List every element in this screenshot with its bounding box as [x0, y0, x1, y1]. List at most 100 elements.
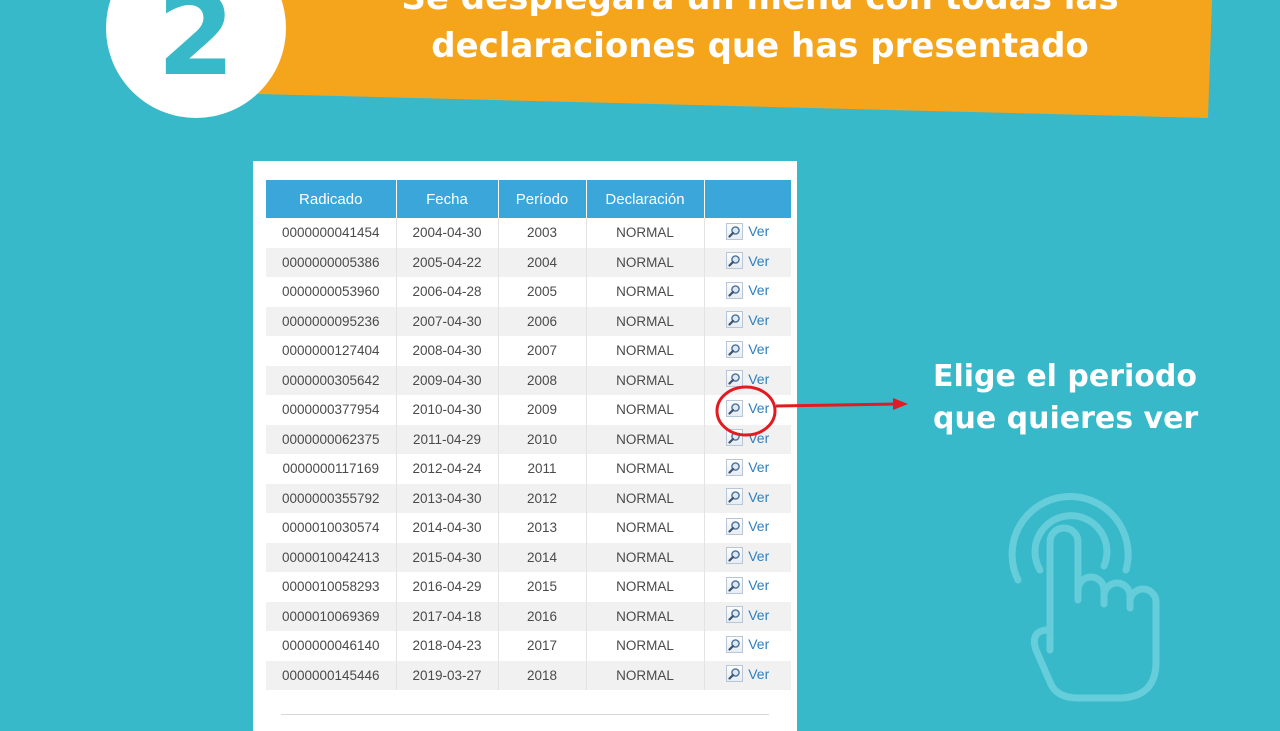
ver-link[interactable]: Ver — [726, 458, 769, 476]
cell-action: Ver — [704, 601, 791, 631]
cell-action: Ver — [704, 513, 791, 543]
ver-link[interactable]: Ver — [726, 665, 769, 683]
cell-declaracion: NORMAL — [586, 395, 705, 425]
cell-action: Ver — [704, 660, 791, 690]
cell-periodo: 2017 — [498, 631, 587, 661]
ver-link-label[interactable]: Ver — [748, 636, 769, 652]
tap-hand-icon — [1008, 493, 1160, 702]
column-header-radicado: Radicado — [266, 180, 397, 218]
ver-link[interactable]: Ver — [726, 606, 769, 624]
cell-declaracion: NORMAL — [586, 631, 705, 661]
cell-fecha: 2012-04-24 — [396, 454, 499, 484]
ver-link[interactable]: Ver — [726, 311, 769, 329]
cell-declaracion: NORMAL — [586, 306, 705, 336]
magnifier-icon[interactable] — [726, 311, 744, 329]
ver-link[interactable]: Ver — [726, 222, 769, 240]
magnifier-icon[interactable] — [726, 606, 744, 624]
cell-declaracion: NORMAL — [586, 483, 705, 513]
cell-fecha: 2008-04-30 — [396, 336, 499, 366]
cell-declaracion: NORMAL — [586, 572, 705, 602]
cell-periodo: 2011 — [498, 454, 587, 484]
cell-declaracion: NORMAL — [586, 247, 705, 277]
ver-link[interactable]: Ver — [726, 576, 769, 594]
ver-link[interactable]: Ver — [726, 635, 769, 653]
ver-link-label[interactable]: Ver — [748, 666, 769, 682]
table-row: 0000010042413 2015-04-30 2014 NORMAL Ver — [266, 542, 791, 572]
ver-link[interactable]: Ver — [726, 281, 769, 299]
cell-periodo: 2003 — [498, 218, 587, 248]
ver-link-label[interactable]: Ver — [748, 282, 769, 298]
callout-line-1: Elige el periodo — [933, 359, 1197, 394]
cell-fecha: 2004-04-30 — [396, 218, 499, 248]
magnifier-icon[interactable] — [726, 517, 744, 535]
cell-fecha: 2009-04-30 — [396, 365, 499, 395]
ver-link[interactable]: Ver — [726, 252, 769, 270]
ver-link-label[interactable]: Ver — [748, 459, 769, 475]
magnifier-icon[interactable] — [726, 635, 744, 653]
ver-link-label[interactable]: Ver — [748, 607, 769, 623]
ver-link-label[interactable]: Ver — [748, 253, 769, 269]
table-row: 0000000041454 2004-04-30 2003 NORMAL Ver — [266, 218, 791, 248]
cell-declaracion: NORMAL — [586, 542, 705, 572]
table-row: 0000000117169 2012-04-24 2011 NORMAL Ver — [266, 454, 791, 484]
cell-declaracion: NORMAL — [586, 513, 705, 543]
magnifier-icon[interactable] — [726, 340, 744, 358]
table-row: 0000000053960 2006-04-28 2005 NORMAL Ver — [266, 277, 791, 307]
table-row: 0000010069369 2017-04-18 2016 NORMAL Ver — [266, 601, 791, 631]
magnifier-icon[interactable] — [726, 665, 744, 683]
cell-action: Ver — [704, 277, 791, 307]
cell-periodo: 2004 — [498, 247, 587, 277]
cell-radicado: 0000000046140 — [266, 631, 397, 661]
cell-fecha: 2006-04-28 — [396, 277, 499, 307]
cell-action: Ver — [704, 572, 791, 602]
cell-action: Ver — [704, 247, 791, 277]
cell-action: Ver — [704, 336, 791, 366]
cell-radicado: 0000000355792 — [266, 483, 397, 513]
cell-action: Ver — [704, 454, 791, 484]
table-row: 0000010058293 2016-04-29 2015 NORMAL Ver — [266, 572, 791, 602]
magnifier-icon[interactable] — [726, 547, 744, 565]
magnifier-icon[interactable] — [726, 488, 744, 506]
magnifier-icon[interactable] — [726, 281, 744, 299]
cell-periodo: 2007 — [498, 336, 587, 366]
cell-periodo: 2010 — [498, 424, 587, 454]
cell-declaracion: NORMAL — [586, 277, 705, 307]
table-row: 0000000005386 2005-04-22 2004 NORMAL Ver — [266, 247, 791, 277]
magnifier-icon[interactable] — [726, 222, 744, 240]
magnifier-icon[interactable] — [726, 576, 744, 594]
cell-periodo: 2016 — [498, 601, 587, 631]
ver-link-label[interactable]: Ver — [748, 223, 769, 239]
cell-radicado: 0000000117169 — [266, 454, 397, 484]
ver-link-label[interactable]: Ver — [748, 489, 769, 505]
cell-periodo: 2012 — [498, 483, 587, 513]
table-body: 0000000041454 2004-04-30 2003 NORMAL Ver 0000… — [266, 218, 791, 690]
ver-link[interactable]: Ver — [726, 488, 769, 506]
ver-link-label[interactable]: Ver — [748, 341, 769, 357]
ver-link-label[interactable]: Ver — [748, 548, 769, 564]
table-row: 0000000095236 2007-04-30 2006 NORMAL Ver — [266, 306, 791, 336]
step-number: 2 — [157, 0, 235, 101]
cell-fecha: 2005-04-22 — [396, 247, 499, 277]
cell-fecha: 2019-03-27 — [396, 660, 499, 690]
magnifier-icon[interactable] — [726, 252, 744, 270]
ver-link[interactable]: Ver — [726, 547, 769, 565]
cell-periodo: 2005 — [498, 277, 587, 307]
ver-link-label[interactable]: Ver — [748, 577, 769, 593]
table-row: 0000010030574 2014-04-30 2013 NORMAL Ver — [266, 513, 791, 543]
ver-link[interactable]: Ver — [726, 517, 769, 535]
cell-fecha: 2015-04-30 — [396, 542, 499, 572]
cell-radicado: 0000010042413 — [266, 542, 397, 572]
table-row: 0000000145446 2019-03-27 2018 NORMAL Ver — [266, 660, 791, 690]
banner-title-line-2: declaraciones que has presentado — [431, 26, 1089, 66]
cell-radicado: 0000000377954 — [266, 395, 397, 425]
ver-link[interactable]: Ver — [726, 340, 769, 358]
cell-fecha: 2016-04-29 — [396, 572, 499, 602]
cell-periodo: 2013 — [498, 513, 587, 543]
banner-title-line-1: Se desplegará un menú con todas las — [300, 0, 1220, 18]
ver-link-label[interactable]: Ver — [748, 518, 769, 534]
ver-link-label[interactable]: Ver — [748, 312, 769, 328]
cell-radicado: 0000000127404 — [266, 336, 397, 366]
cell-periodo: 2006 — [498, 306, 587, 336]
callout-line-2: que quieres ver — [933, 401, 1199, 436]
magnifier-icon[interactable] — [726, 458, 744, 476]
